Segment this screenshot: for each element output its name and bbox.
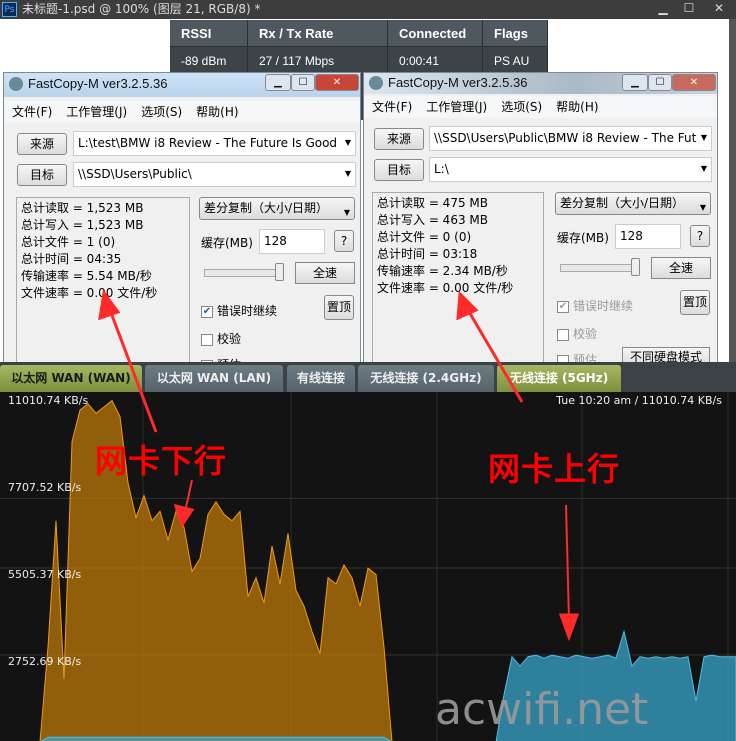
- arrow-head: [456, 290, 479, 321]
- arrow-down: [565, 504, 570, 621]
- arrow-head: [98, 289, 121, 321]
- arrow-head: [173, 503, 195, 529]
- arrow-right-up: [466, 309, 524, 403]
- arrow-head: [558, 613, 580, 642]
- arrow-left-up: [108, 309, 158, 433]
- annotation-arrows: [98, 289, 580, 642]
- watermark: acwifi.net: [435, 684, 649, 735]
